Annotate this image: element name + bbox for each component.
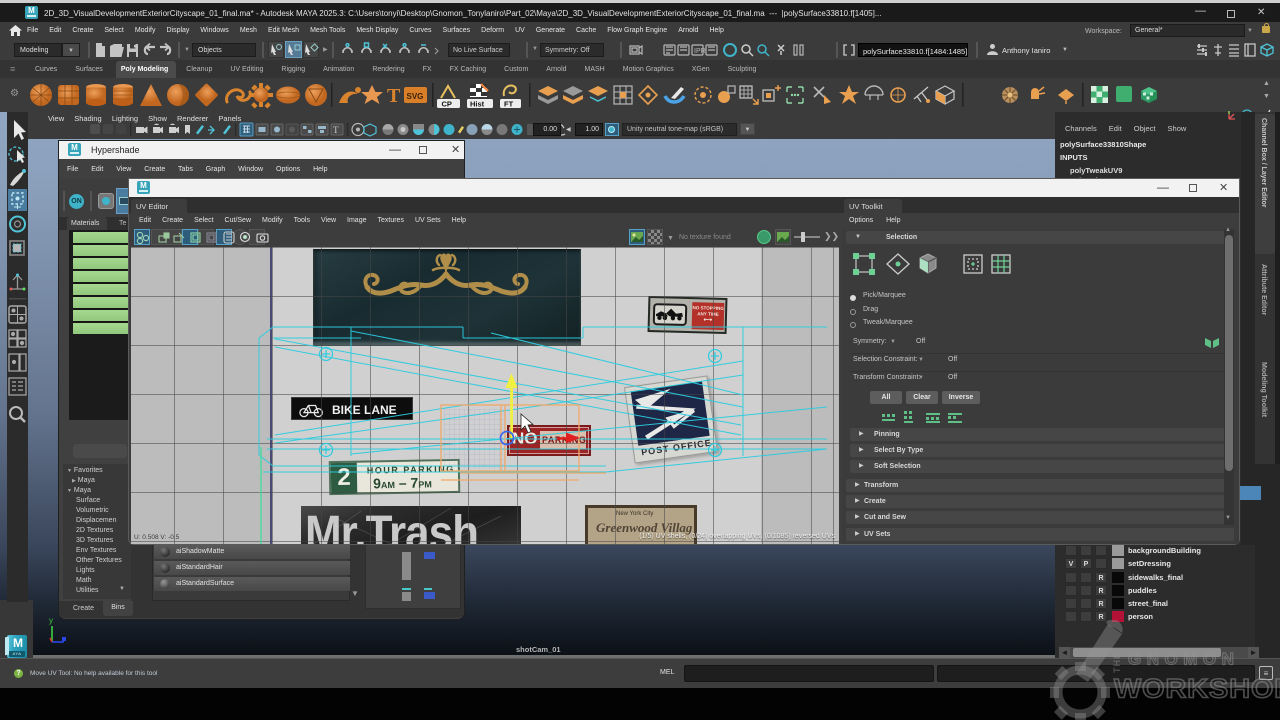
svg-text:T: T [333, 125, 339, 135]
svg-text:y: y [49, 616, 53, 625]
svg-text:SVG: SVG [407, 92, 424, 101]
svg-text:IPR: IPR [694, 48, 706, 55]
svg-text:CP: CP [442, 100, 452, 109]
svg-text:Hist: Hist [470, 100, 485, 109]
svg-text:T: T [387, 85, 401, 107]
svg-text:FT: FT [504, 100, 514, 109]
